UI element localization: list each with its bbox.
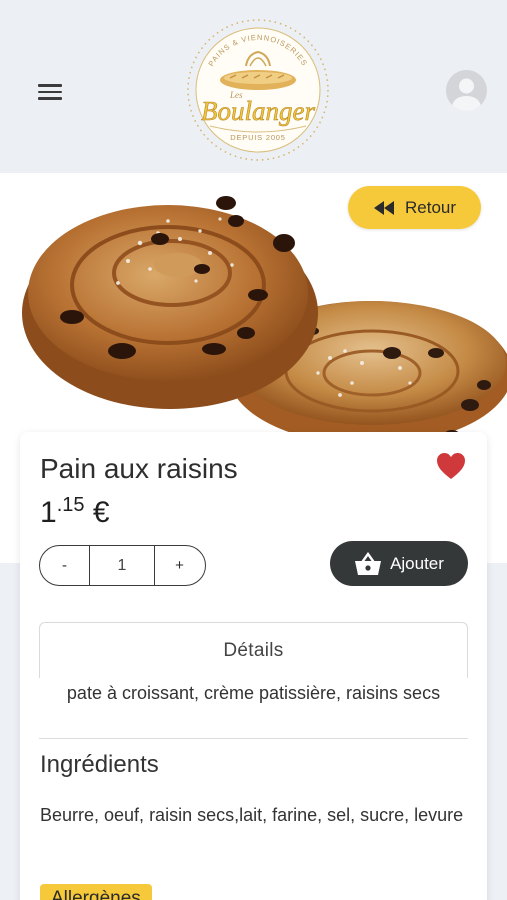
favorite-heart-icon[interactable]: [436, 452, 466, 480]
price-units: 1: [40, 496, 57, 529]
user-avatar-icon[interactable]: [446, 70, 487, 111]
rewind-icon: [373, 200, 394, 215]
svg-text:DEPUIS 2005: DEPUIS 2005: [230, 133, 286, 142]
hamburger-menu-icon[interactable]: [38, 82, 62, 102]
basket-icon: [355, 551, 382, 575]
quantity-decrease-button[interactable]: -: [40, 546, 89, 585]
details-text: pate à croissant, crème patissière, rais…: [66, 683, 441, 703]
price-currency: €: [92, 496, 110, 529]
ingredients-text: Beurre, oeuf, raisin secs,lait, farine, …: [40, 805, 464, 825]
add-to-cart-button[interactable]: Ajouter: [330, 541, 468, 586]
product-title: Pain aux raisins: [40, 453, 238, 484]
section-divider: [39, 738, 468, 739]
boulanger-logo: PAINS & VIENNOISERIES Les Boulanger DEPU…: [170, 14, 346, 166]
ingredients-heading: Ingrédients: [40, 751, 159, 778]
product-card: Pain aux raisins 1.15 € - 1 + Ajouter Dé…: [20, 432, 487, 900]
quantity-value[interactable]: 1: [89, 546, 155, 585]
tab-details[interactable]: Détails: [39, 622, 468, 678]
svg-text:Boulanger: Boulanger: [201, 96, 315, 126]
quantity-stepper: - 1 +: [39, 545, 206, 586]
back-button[interactable]: Retour: [348, 186, 481, 229]
logo-graphic: PAINS & VIENNOISERIES Les Boulanger DEPU…: [187, 19, 329, 161]
tab-details-label: Détails: [223, 639, 284, 661]
back-button-label: Retour: [404, 197, 457, 217]
price-cents: .15: [56, 494, 85, 516]
app-header: PAINS & VIENNOISERIES Les Boulanger DEPU…: [0, 0, 507, 173]
quantity-increase-button[interactable]: +: [155, 546, 204, 585]
add-to-cart-label: Ajouter: [390, 553, 444, 573]
allergens-badge[interactable]: Allergènes: [40, 884, 152, 900]
product-price: 1.15 €: [40, 494, 110, 530]
